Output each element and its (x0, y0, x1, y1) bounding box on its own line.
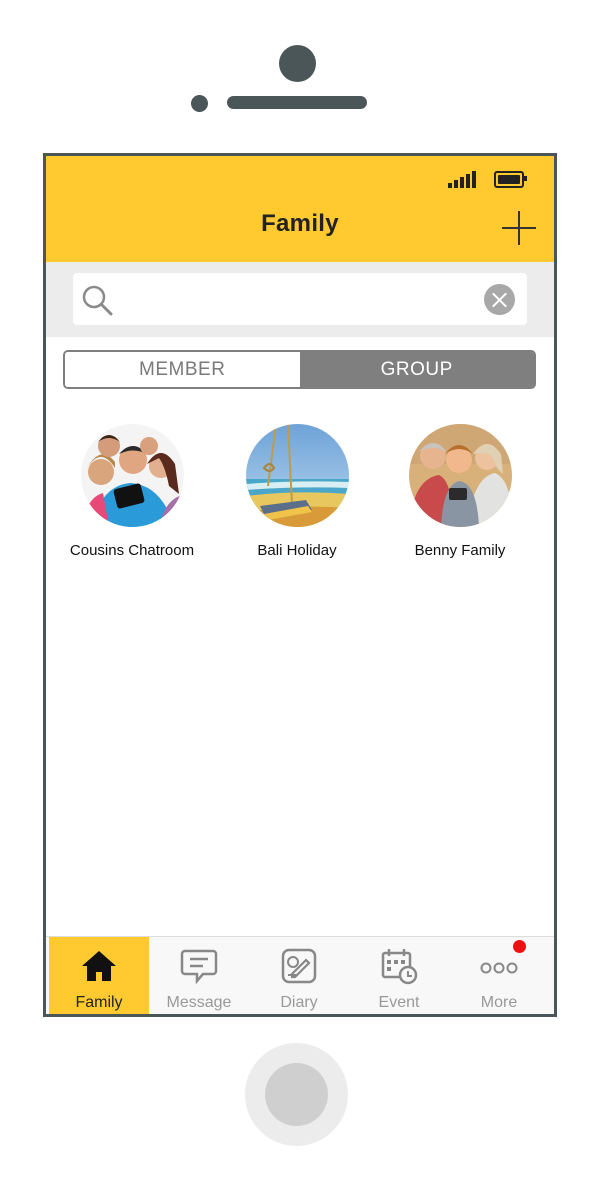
group-avatar (80, 424, 184, 527)
phone-screen: Family MEMBER GROUP Cousins Chatroom Bal… (43, 153, 557, 1017)
tab-label: Diary (280, 994, 318, 1011)
notification-badge (513, 940, 526, 953)
chat-bubble-icon (180, 949, 218, 985)
group-name: Cousins Chatroom (69, 542, 195, 559)
group-name: Benny Family (414, 542, 506, 559)
signal-icon (448, 170, 478, 188)
group-avatar (408, 424, 512, 527)
calendar-icon (381, 949, 418, 985)
search-icon[interactable] (81, 284, 113, 316)
bottom-tab-bar: Family Message Diary Event More (46, 936, 554, 1014)
more-dots-icon (480, 962, 518, 974)
diary-icon (281, 948, 317, 984)
tab-label: Event (378, 994, 420, 1011)
group-name: Bali Holiday (257, 542, 337, 559)
group-item-benny-family[interactable]: Benny Family (380, 424, 540, 559)
proximity-sensor (191, 95, 208, 112)
app-header: Family (46, 156, 554, 262)
tab-diary[interactable]: Diary (249, 937, 349, 1014)
home-button-center (265, 1063, 328, 1126)
search-bar (46, 262, 554, 337)
member-group-toggle: MEMBER GROUP (63, 350, 536, 389)
front-camera (279, 45, 316, 82)
tab-label: More (480, 994, 518, 1011)
home-icon (82, 951, 116, 981)
home-button[interactable] (245, 1043, 348, 1146)
tab-message[interactable]: Message (149, 937, 249, 1014)
page-title: Family (261, 210, 339, 237)
tab-label: Message (166, 994, 232, 1011)
tab-member[interactable]: MEMBER (65, 352, 300, 387)
search-input[interactable] (121, 283, 485, 317)
add-group-button[interactable] (502, 211, 536, 245)
tab-group[interactable]: GROUP (299, 352, 534, 387)
tab-more[interactable]: More (449, 937, 549, 1014)
search-box (73, 273, 527, 325)
battery-icon (494, 171, 527, 188)
tab-event[interactable]: Event (349, 937, 449, 1014)
clear-search-button[interactable] (484, 284, 515, 315)
group-avatar (245, 424, 349, 527)
tab-family[interactable]: Family (49, 937, 149, 1014)
group-item-cousins-chatroom[interactable]: Cousins Chatroom (52, 424, 212, 559)
group-item-bali-holiday[interactable]: Bali Holiday (217, 424, 377, 559)
earpiece-speaker (227, 96, 367, 109)
tab-label: Family (75, 994, 123, 1011)
